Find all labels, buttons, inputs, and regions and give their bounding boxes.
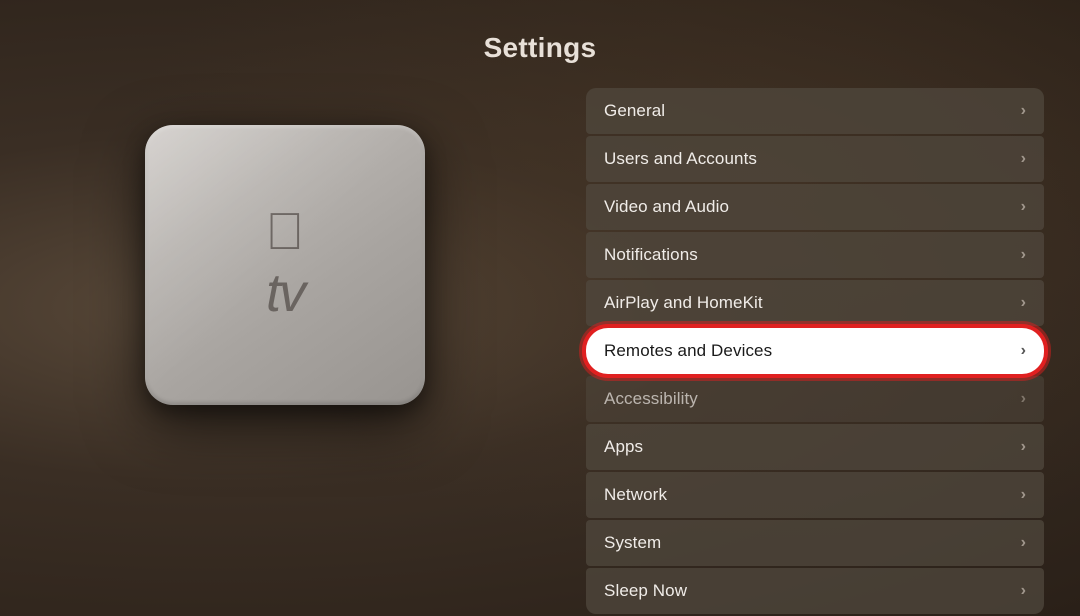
apple-logo-icon:  [266,206,305,258]
settings-item-remotes-and-devices[interactable]: Remotes and Devices › [586,328,1044,374]
chevron-icon-video-and-audio: › [1021,198,1026,216]
settings-item-system[interactable]: System › [586,520,1044,566]
settings-item-users-and-accounts[interactable]: Users and Accounts › [586,136,1044,182]
settings-item-label-apps: Apps [604,437,643,457]
settings-list: General›Users and Accounts›Video and Aud… [586,88,1044,616]
settings-item-label-sleep-now: Sleep Now [604,581,687,601]
settings-item-label-users-and-accounts: Users and Accounts [604,149,757,169]
settings-item-label-system: System [604,533,661,553]
chevron-icon-remotes-and-devices: › [1021,342,1026,360]
settings-item-label-notifications: Notifications [604,245,698,265]
settings-item-sleep-now[interactable]: Sleep Now › [586,568,1044,614]
settings-item-label-airplay-and-homekit: AirPlay and HomeKit [604,293,763,313]
chevron-icon-system: › [1021,534,1026,552]
appletv-device:  tv [145,125,425,405]
chevron-icon-sleep-now: › [1021,582,1026,600]
settings-item-label-general: General [604,101,665,121]
chevron-icon-users-and-accounts: › [1021,150,1026,168]
device-container:  tv [120,100,450,430]
settings-item-airplay-and-homekit[interactable]: AirPlay and HomeKit › [586,280,1044,326]
settings-item-network[interactable]: Network › [586,472,1044,518]
settings-item-video-and-audio[interactable]: Video and Audio › [586,184,1044,230]
chevron-icon-network: › [1021,486,1026,504]
chevron-icon-airplay-and-homekit: › [1021,294,1026,312]
settings-item-general[interactable]: General › [586,88,1044,134]
settings-item-label-video-and-audio: Video and Audio [604,197,729,217]
settings-item-label-network: Network [604,485,667,505]
chevron-icon-apps: › [1021,438,1026,456]
settings-item-apps[interactable]: Apps › [586,424,1044,470]
chevron-icon-notifications: › [1021,246,1026,264]
page-title: Settings [0,32,1080,64]
settings-item-accessibility[interactable]: Accessibility › [586,376,1044,422]
settings-item-notifications[interactable]: Notifications › [586,232,1044,278]
settings-item-label-accessibility: Accessibility [604,389,698,409]
chevron-icon-accessibility: › [1021,390,1026,408]
tv-label: tv [266,262,304,324]
chevron-icon-general: › [1021,102,1026,120]
settings-item-label-remotes-and-devices: Remotes and Devices [604,341,772,361]
